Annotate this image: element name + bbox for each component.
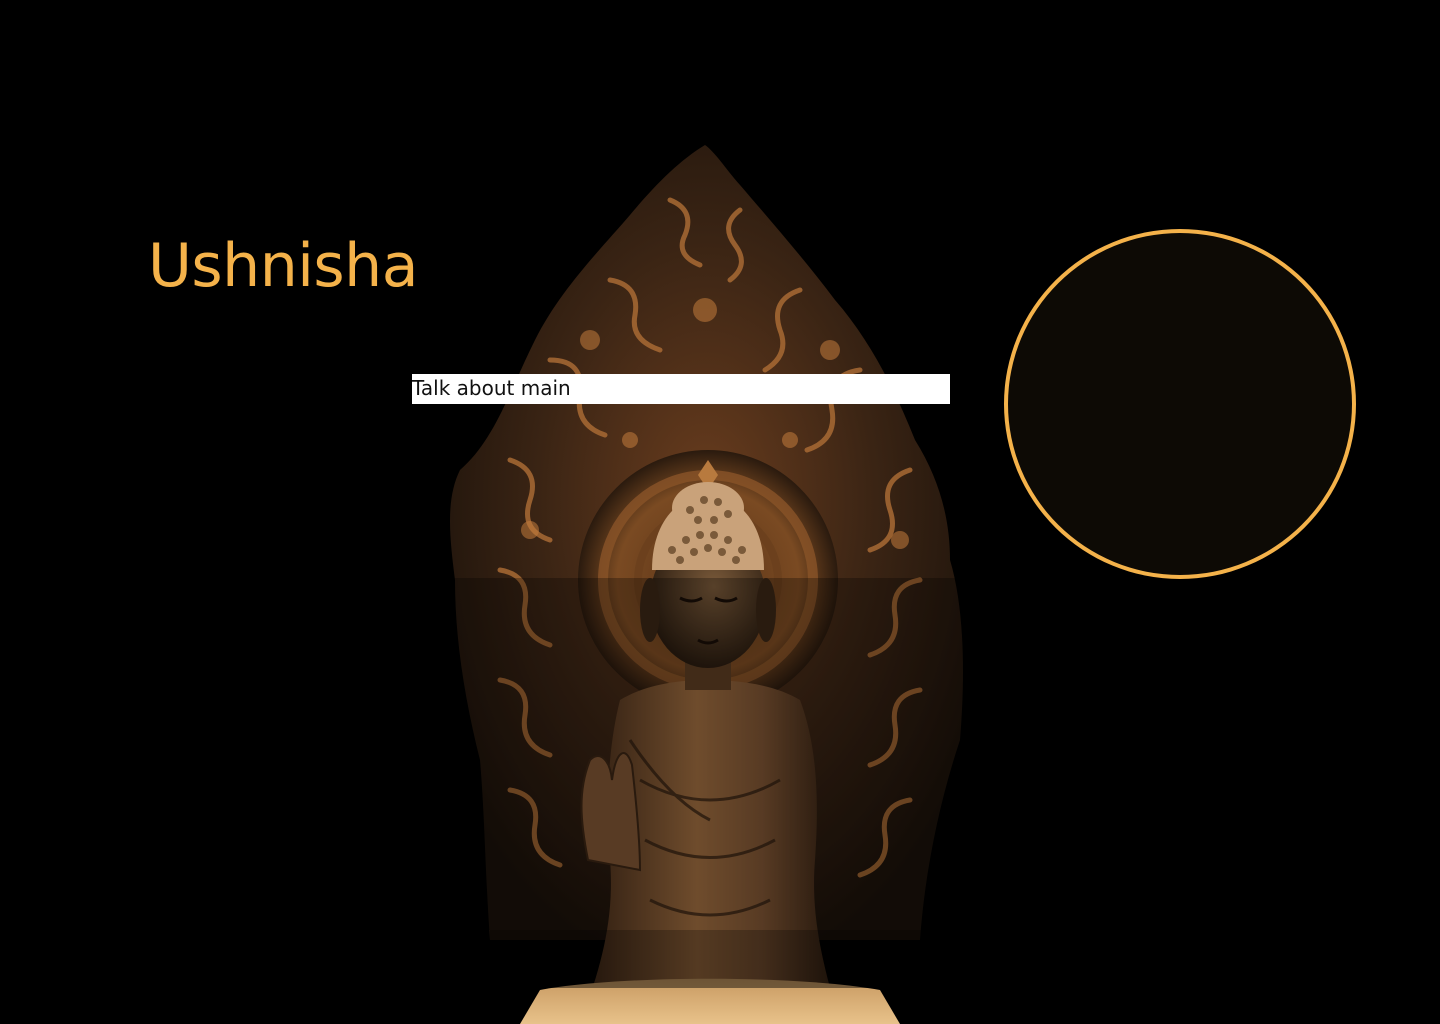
accent-circle bbox=[1004, 229, 1356, 579]
page-title: Ushnisha bbox=[148, 231, 418, 301]
image-overlay-band bbox=[450, 578, 970, 930]
caption-text: Talk about main bbox=[412, 374, 950, 404]
image-overlay-band bbox=[490, 930, 930, 988]
page: Ushnisha Talk about main bbox=[0, 0, 1440, 1024]
